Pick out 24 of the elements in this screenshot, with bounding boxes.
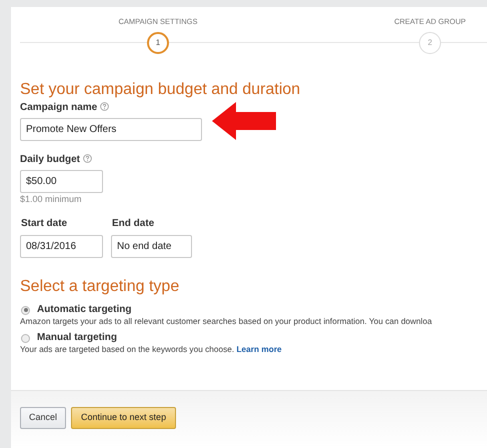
field-label: Daily budget [20, 154, 80, 165]
radio-button[interactable] [21, 334, 30, 342]
field-label: Start date [21, 218, 68, 229]
input-field[interactable]: No end date [111, 235, 192, 258]
option-description: Amazon targets your ads to all relevant customer searches based on your product information. You can downloa [20, 316, 433, 326]
hint-text: $1.00 minimum [20, 194, 82, 204]
field-label: End date [112, 218, 154, 229]
input-field[interactable]: $50.00 [20, 170, 103, 193]
radio-button[interactable] [21, 306, 30, 314]
input-field[interactable]: 08/31/2016 [20, 235, 103, 258]
arrow-icon [212, 102, 276, 140]
option-label: Manual targeting [37, 332, 118, 344]
input-field[interactable]: Promote New Offers [20, 118, 202, 141]
continue-button[interactable]: Continue to next step [71, 406, 176, 428]
option-description: Your ads are targeted based on the keywords you choose. Learn more [20, 344, 283, 354]
learn-more-link[interactable]: Learn more [236, 344, 282, 354]
cancel-button[interactable]: Cancel [20, 406, 66, 428]
section-title: Set your campaign budget and duration [20, 81, 302, 99]
help-icon[interactable] [83, 154, 92, 163]
field-label: Campaign name [20, 102, 98, 113]
option-label: Automatic targeting [37, 304, 132, 316]
step-number[interactable]: 1 [147, 32, 169, 54]
help-icon[interactable] [100, 102, 110, 111]
section-title: Select a targeting type [20, 278, 180, 296]
